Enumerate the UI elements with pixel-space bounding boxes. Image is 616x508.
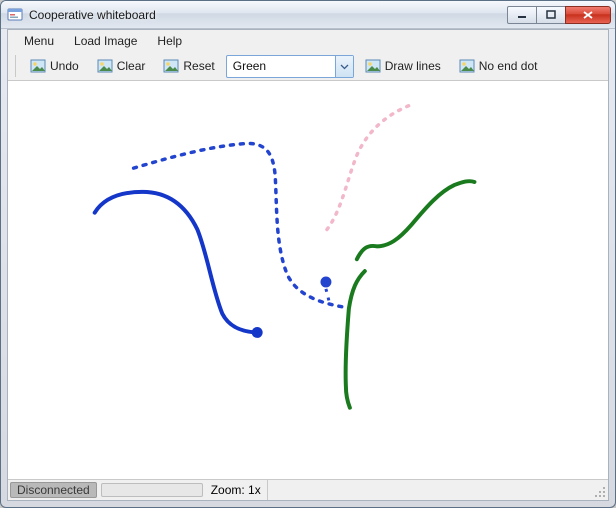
- undo-label: Undo: [50, 59, 79, 73]
- picture-icon: [163, 58, 179, 74]
- status-zoom: Zoom: 1x: [205, 480, 268, 500]
- clear-button[interactable]: Clear: [90, 55, 153, 77]
- reset-label: Reset: [183, 59, 214, 73]
- drawing-canvas[interactable]: [8, 81, 608, 479]
- picture-icon: [30, 58, 46, 74]
- maximize-button[interactable]: [536, 6, 566, 24]
- app-window: Cooperative whiteboard Menu Load Image H…: [0, 0, 616, 508]
- menu-menu[interactable]: Menu: [14, 32, 64, 50]
- status-progress: [101, 483, 203, 497]
- reset-button[interactable]: Reset: [156, 55, 221, 77]
- close-icon: [582, 10, 594, 20]
- minimize-icon: [517, 10, 527, 20]
- menu-help[interactable]: Help: [147, 32, 192, 50]
- client-area: Menu Load Image Help Undo Clear: [7, 29, 609, 501]
- toolbar: Undo Clear Reset Green: [8, 52, 608, 81]
- canvas-strokes: [8, 81, 608, 479]
- close-button[interactable]: [565, 6, 611, 24]
- no-end-dot-label: No end dot: [479, 59, 538, 73]
- picture-icon: [97, 58, 113, 74]
- chevron-down-icon: [335, 56, 353, 77]
- menu-load-image[interactable]: Load Image: [64, 32, 147, 50]
- app-icon: [7, 7, 23, 23]
- clear-label: Clear: [117, 59, 146, 73]
- picture-icon: [459, 58, 475, 74]
- no-end-dot-button[interactable]: No end dot: [452, 55, 545, 77]
- minimize-button[interactable]: [507, 6, 537, 24]
- toolbar-separator: [15, 55, 16, 77]
- picture-icon: [365, 58, 381, 74]
- undo-button[interactable]: Undo: [23, 55, 86, 77]
- status-bar: Disconnected Zoom: 1x: [8, 479, 608, 500]
- title-bar[interactable]: Cooperative whiteboard: [1, 1, 615, 29]
- draw-lines-button[interactable]: Draw lines: [358, 55, 448, 77]
- menu-bar: Menu Load Image Help: [8, 30, 608, 52]
- color-dropdown[interactable]: Green: [226, 55, 354, 78]
- color-dropdown-value: Green: [227, 56, 335, 77]
- status-connection: Disconnected: [10, 482, 97, 498]
- window-controls: [508, 6, 611, 24]
- window-title: Cooperative whiteboard: [29, 8, 508, 22]
- resize-grip-icon[interactable]: [588, 480, 608, 500]
- maximize-icon: [546, 10, 556, 20]
- draw-lines-label: Draw lines: [385, 59, 441, 73]
